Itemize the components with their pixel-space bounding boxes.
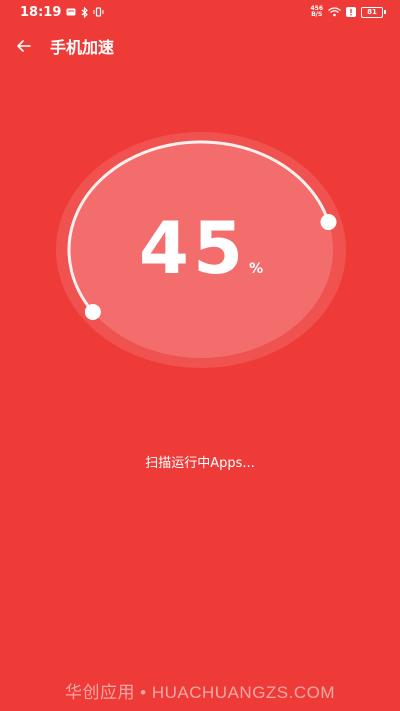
network-speed: 456 B/S [310,6,323,18]
watermark: 华创应用 • HUACHUANGZS.COM [64,683,336,702]
scan-status-text: 扫描运行中Apps... [145,456,255,471]
page-title: 手机加速 [50,38,115,57]
status-left: 18:19 [20,5,104,20]
status-time: 18:19 [20,4,62,20]
speed-gauge: 45 % [56,130,346,370]
app-bar: 手机加速 [0,30,400,62]
network-speed-unit: B/S [311,11,323,18]
status-bar: 18:19 456 B/S 81 [0,0,400,24]
status-right: 456 B/S 81 [310,6,386,18]
battery-cap [384,10,386,14]
back-arrow-icon [17,40,31,52]
gauge-start-knob [84,303,101,320]
percent-display: 45 % [56,208,346,288]
bluetooth-icon [81,6,89,18]
battery-icon: 81 [361,6,386,18]
alert-icon [346,7,356,17]
message-icon [66,8,76,16]
battery-level: 81 [361,6,383,18]
percent-value: 45 [138,206,248,290]
back-button[interactable] [6,30,42,62]
percent-unit: % [249,261,264,277]
vibrate-icon [93,7,104,17]
wifi-icon [328,7,341,17]
